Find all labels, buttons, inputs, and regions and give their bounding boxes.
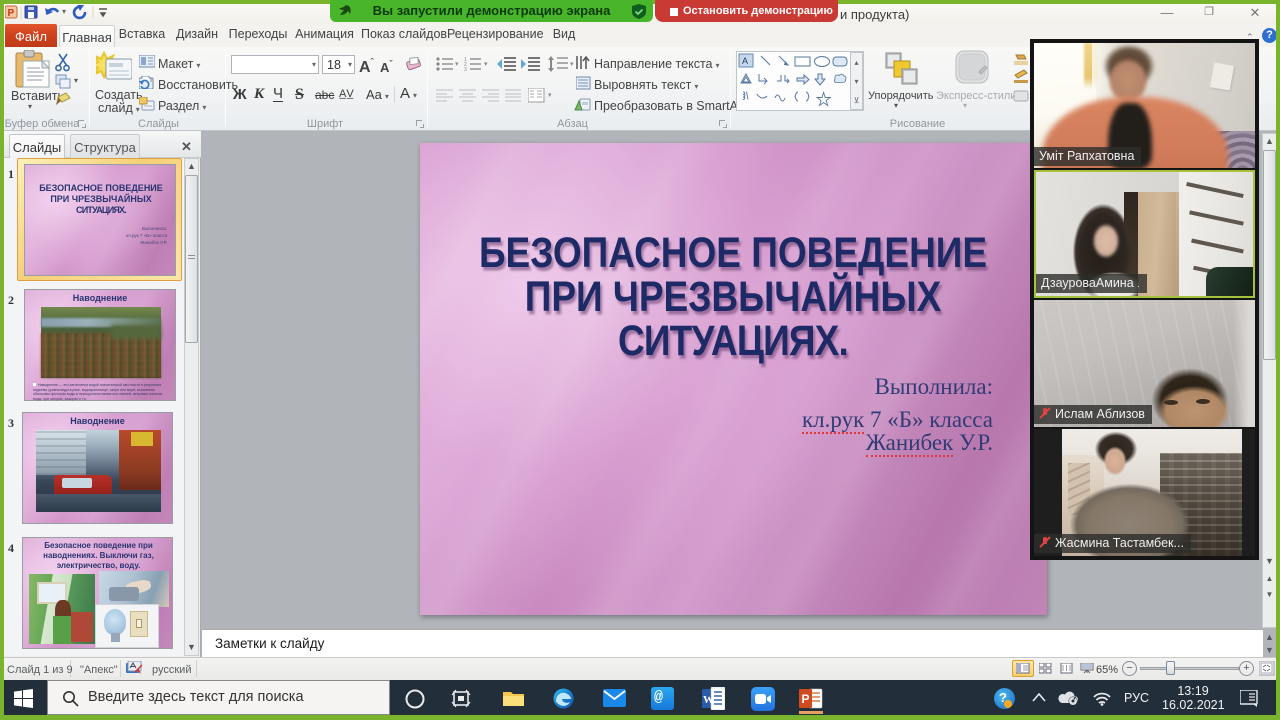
svg-text:3: 3	[464, 67, 467, 71]
svg-text:P: P	[802, 692, 810, 706]
svg-text:W: W	[703, 694, 714, 706]
svg-text:▾: ▾	[62, 7, 66, 16]
svg-text:P: P	[8, 8, 15, 19]
svg-text:A: A	[742, 56, 748, 66]
